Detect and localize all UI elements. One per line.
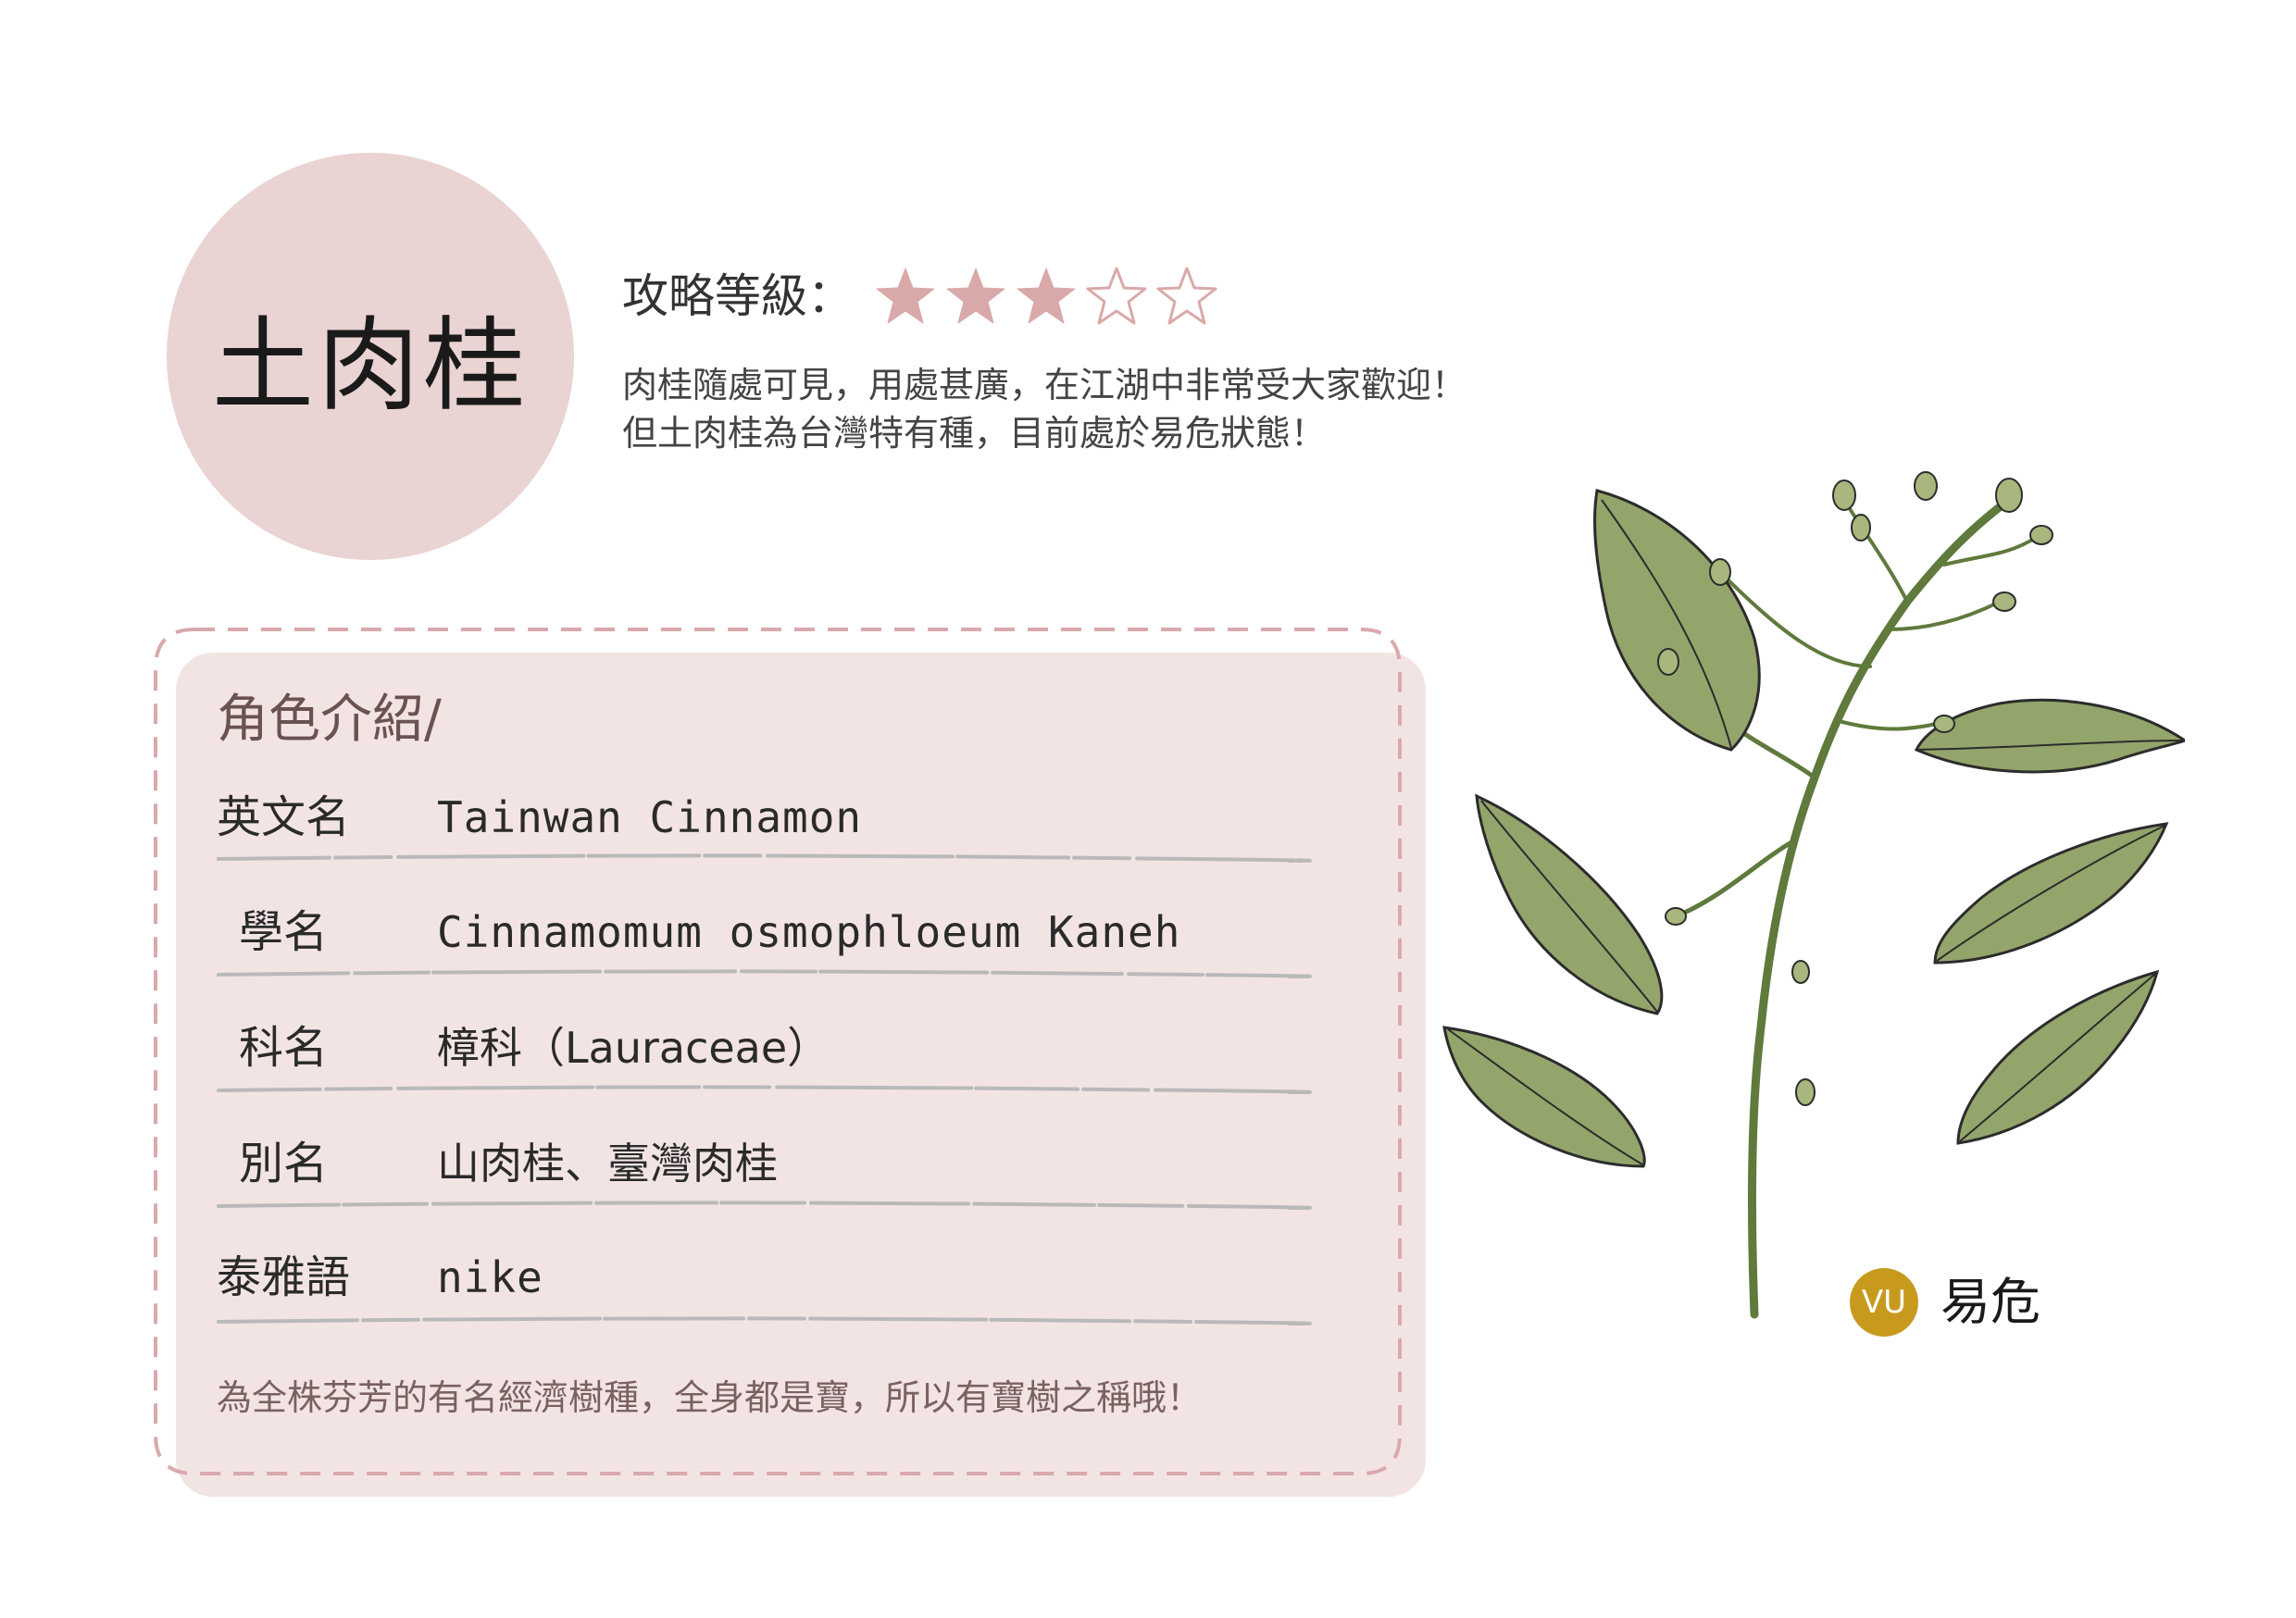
profile-heading: 角色介紹/ bbox=[217, 690, 442, 750]
row-label-family: 科名 bbox=[239, 1022, 329, 1074]
rating-stars bbox=[875, 264, 1217, 329]
flower-bud bbox=[1992, 591, 2016, 612]
leaf bbox=[1933, 822, 2169, 965]
flower-bud bbox=[1995, 478, 2023, 513]
star-filled-icon bbox=[876, 268, 935, 324]
star-filled-icon bbox=[1017, 268, 1076, 324]
leaf bbox=[1592, 489, 1761, 752]
plant-twig bbox=[1841, 720, 1946, 731]
rating-label: 攻略等級： bbox=[622, 269, 854, 323]
status-badge: VU bbox=[1850, 1268, 1918, 1337]
leaf-vein bbox=[1959, 973, 2156, 1142]
flower-bud bbox=[1709, 558, 1731, 586]
star-filled-icon bbox=[946, 268, 1005, 324]
flower-bud bbox=[1914, 471, 1938, 501]
plant-twig bbox=[1673, 840, 1794, 919]
star-empty-icon bbox=[1156, 267, 1217, 325]
flower-bud bbox=[1657, 648, 1679, 676]
flower-bud bbox=[1665, 907, 1687, 926]
intro-text: 肉桂隨處可見，用處甚廣，在江湖中非常受大家歡迎！ 但土肉桂為台灣特有種，目前處於… bbox=[622, 361, 1466, 457]
row-label-scientific: 學名 bbox=[239, 906, 329, 958]
row-label-english: 英文名 bbox=[217, 791, 351, 843]
row-value-scientific: Cinnamomum osmophloeum Kaneh bbox=[437, 907, 1181, 957]
leaf bbox=[1914, 698, 2185, 774]
star-empty-icon bbox=[1086, 267, 1147, 325]
row-value-family: 樟科（Lauraceae） bbox=[437, 1023, 830, 1073]
row-label-alias: 別名 bbox=[239, 1138, 329, 1189]
row-value-alias: 山肉桂、臺灣肉桂 bbox=[437, 1139, 778, 1189]
status-label: 易危 bbox=[1940, 1273, 2040, 1331]
cinnamon-plant-illustration bbox=[1442, 471, 2185, 1319]
intro-line-2: 但土肉桂為台灣特有種，目前處於易危狀態！ bbox=[622, 413, 1327, 454]
flower-bud bbox=[1851, 514, 1871, 541]
row-label-atayal: 泰雅語 bbox=[217, 1251, 351, 1303]
flower-bud bbox=[1832, 479, 1856, 511]
plant-name: 土肉桂 bbox=[212, 306, 529, 425]
plant-twig bbox=[1842, 498, 1909, 604]
leaf-vein bbox=[1480, 800, 1658, 1013]
flower-bud bbox=[1933, 715, 1955, 733]
profile-note: 為全株芬芳的有名經濟樹種，全身都是寶，所以有寶樹之稱哦！ bbox=[217, 1377, 1203, 1418]
row-value-english: Tainwan Cinnamon bbox=[437, 792, 863, 842]
row-value-atayal: nike bbox=[437, 1252, 543, 1302]
flower-bud bbox=[1791, 960, 1810, 984]
flower-bud bbox=[2029, 525, 2053, 545]
flower-bud bbox=[1795, 1078, 1816, 1106]
intro-line-1: 肉桂隨處可見，用處甚廣，在江湖中非常受大家歡迎！ bbox=[622, 365, 1467, 405]
